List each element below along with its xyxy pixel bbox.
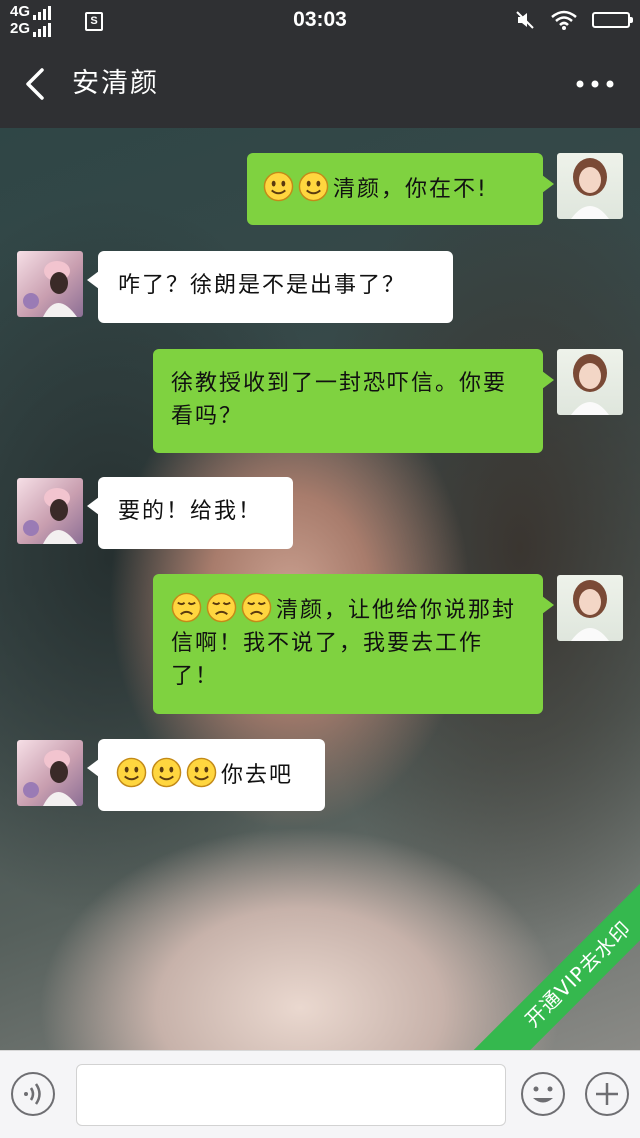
more-options-icon[interactable] xyxy=(570,64,620,104)
sad-emoji-icon xyxy=(171,592,202,623)
message-bubble-received[interactable]: 你去吧 xyxy=(87,739,325,811)
contact-name: 安清颜 xyxy=(72,68,159,99)
input-bar xyxy=(0,1050,640,1138)
status-bar: 4G 2G S 03:03 xyxy=(0,0,640,40)
back-arrow-icon[interactable] xyxy=(18,64,58,104)
smile-emoji-icon xyxy=(151,757,182,788)
watermark-ribbon[interactable]: 开通VIP去水印 xyxy=(450,860,640,1050)
my-avatar[interactable] xyxy=(557,153,623,219)
battery-icon xyxy=(592,12,633,28)
message-bubble-sent[interactable]: 清颜，你在不! xyxy=(247,153,554,225)
smile-emoji-icon xyxy=(116,757,147,788)
my-avatar[interactable] xyxy=(557,349,623,415)
message-bubble-received[interactable]: 咋了？徐朗是不是出事了？ xyxy=(87,251,453,323)
sad-emoji-icon xyxy=(206,592,237,623)
smile-emoji-icon xyxy=(298,171,329,202)
message-bubble-sent[interactable]: 徐教授收到了一封恐吓信。你要看吗？ xyxy=(153,349,554,453)
message-text: 要的！给我！ xyxy=(118,499,263,524)
message-text: 徐教授收到了一封恐吓信。你要看吗？ xyxy=(171,371,508,429)
message-text: 你去吧 xyxy=(221,763,294,788)
voice-input-icon[interactable] xyxy=(10,1071,56,1117)
sad-emoji-icon xyxy=(241,592,272,623)
wifi-icon xyxy=(551,10,577,30)
add-more-icon[interactable] xyxy=(584,1071,630,1117)
smile-emoji-icon xyxy=(263,171,294,202)
contact-avatar[interactable] xyxy=(17,251,83,317)
chat-header: 安清颜 xyxy=(0,40,640,128)
contact-avatar[interactable] xyxy=(17,478,83,544)
watermark-text[interactable]: 开通VIP去水印 xyxy=(457,860,640,1050)
message-text: 咋了？徐朗是不是出事了？ xyxy=(118,273,407,298)
chat-area[interactable]: 清颜，你在不! 咋了？徐朗是不是出事了？ 徐教授收到了一封恐吓信。你要看吗？ 要… xyxy=(0,128,640,1050)
contact-avatar[interactable] xyxy=(17,740,83,806)
mute-icon xyxy=(516,11,534,29)
message-text: 清颜，你在不! xyxy=(333,177,488,202)
my-avatar[interactable] xyxy=(557,575,623,641)
message-bubble-sent[interactable]: 清颜，让他给你说那封信啊！我不说了，我要去工作了！ xyxy=(153,574,554,714)
smile-emoji-icon xyxy=(186,757,217,788)
emoji-picker-icon[interactable] xyxy=(520,1071,566,1117)
message-input[interactable] xyxy=(76,1064,506,1126)
message-bubble-received[interactable]: 要的！给我！ xyxy=(87,477,293,549)
